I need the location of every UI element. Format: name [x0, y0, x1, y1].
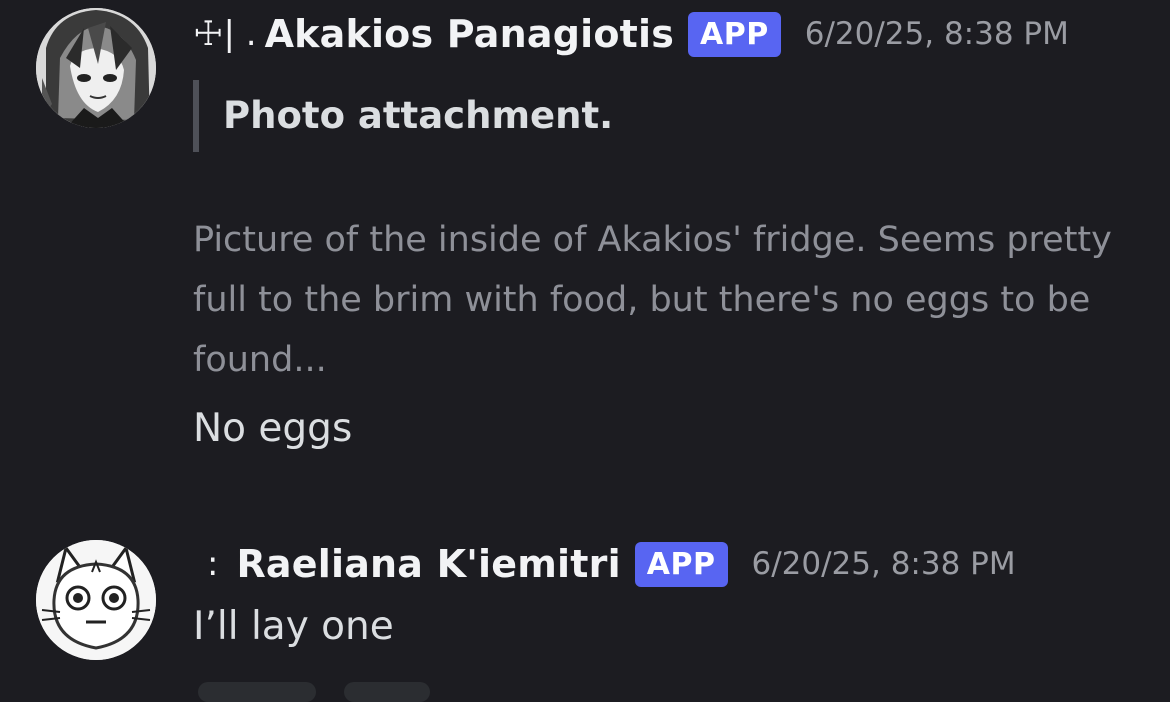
message-2: ꞉ Raeliana K'iemitri APP 6/20/25, 8:38 P… [0, 520, 1170, 690]
app-badge: APP [634, 541, 728, 587]
timestamp: 6/20/25, 8:38 PM [804, 16, 1069, 52]
embed-title: Photo attachment. [223, 94, 614, 137]
message-1: ☩| . Akakios Panagiotis APP 6/20/25, 8:3… [0, 0, 1170, 490]
message-content: I’ll lay one [193, 604, 394, 649]
app-badge: APP [688, 11, 781, 57]
embed-description: Picture of the inside of Akakios' fridge… [193, 220, 1112, 380]
avatar-image [36, 8, 156, 128]
username-prefix: ꞉ [207, 544, 219, 584]
reaction-pill[interactable] [198, 682, 316, 702]
anime-character-avatar[interactable] [36, 8, 156, 128]
avatar-image [36, 540, 156, 660]
message-header: ꞉ Raeliana K'iemitri APP 6/20/25, 8:38 P… [193, 538, 1016, 590]
message-content: No eggs [193, 406, 353, 451]
username[interactable]: Akakios Panagiotis [265, 12, 674, 56]
timestamp: 6/20/25, 8:38 PM [751, 546, 1016, 582]
reaction-pill[interactable] [344, 682, 430, 702]
username-prefix: ☩| . [193, 14, 257, 54]
username[interactable]: Raeliana K'iemitri [236, 542, 620, 586]
cat-face-avatar[interactable] [36, 540, 156, 660]
message-header: ☩| . Akakios Panagiotis APP 6/20/25, 8:3… [193, 8, 1069, 60]
embed-quote: Photo attachment. [193, 80, 613, 152]
